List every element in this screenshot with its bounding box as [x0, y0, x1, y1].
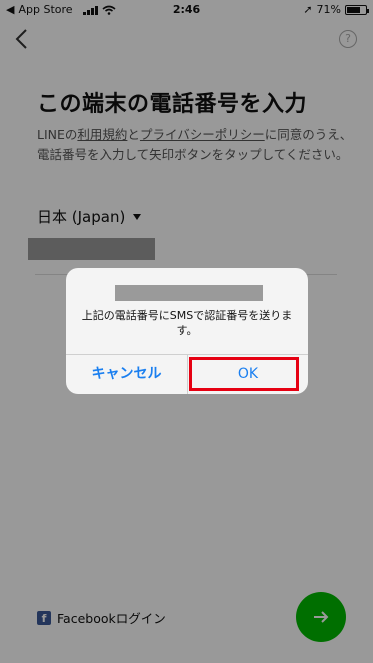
cancel-button[interactable]: キャンセル: [66, 354, 187, 394]
dialog-message: 上記の電話番号にSMSで認証番号を送ります。: [81, 309, 293, 337]
redacted-phone-number: [115, 285, 263, 301]
ok-highlight-box: [189, 357, 299, 391]
